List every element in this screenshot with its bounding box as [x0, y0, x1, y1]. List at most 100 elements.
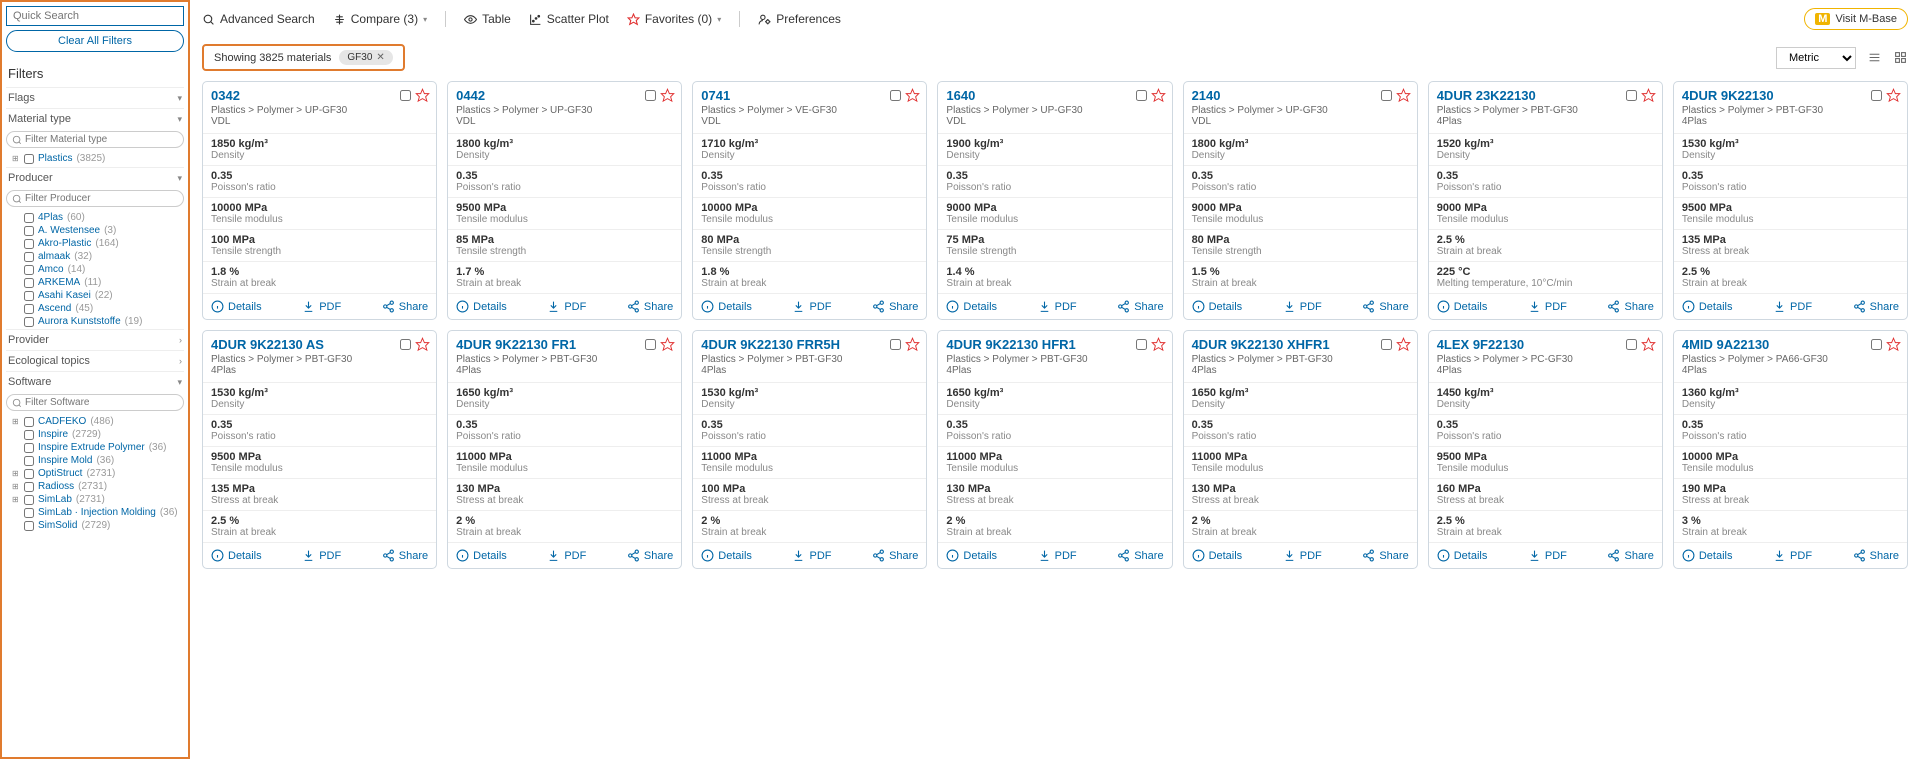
favorite-star-icon[interactable]	[1641, 88, 1656, 103]
filter-tag[interactable]: GF30 ✕	[339, 50, 392, 65]
filter-item[interactable]: 4Plas (60)	[12, 211, 184, 224]
filter-section-material-type[interactable]: Material type ▾	[6, 109, 184, 129]
pdf-button[interactable]: PDF	[792, 549, 831, 562]
filter-item[interactable]: ⊞OptiStruct (2731)	[12, 467, 184, 480]
favorite-star-icon[interactable]	[415, 337, 430, 352]
card-title[interactable]: 4LEX 9F22130	[1437, 337, 1654, 352]
details-button[interactable]: Details	[1682, 549, 1733, 562]
filter-item[interactable]: SimSolid (2729)	[12, 519, 184, 532]
card-title[interactable]: 4MID 9A22130	[1682, 337, 1899, 352]
favorite-star-icon[interactable]	[1396, 88, 1411, 103]
compare-checkbox[interactable]	[645, 90, 656, 101]
card-title[interactable]: 4DUR 9K22130 FRR5H	[701, 337, 918, 352]
compare-checkbox[interactable]	[890, 90, 901, 101]
details-button[interactable]: Details	[1192, 300, 1243, 313]
pdf-button[interactable]: PDF	[1283, 549, 1322, 562]
favorite-star-icon[interactable]	[1151, 88, 1166, 103]
compare-checkbox[interactable]	[1136, 339, 1147, 350]
details-button[interactable]: Details	[1437, 300, 1488, 313]
filter-item[interactable]: Akro-Plastic (164)	[12, 237, 184, 250]
filter-item[interactable]: Amco (14)	[12, 263, 184, 276]
compare-checkbox[interactable]	[1626, 339, 1637, 350]
filter-checkbox[interactable]	[24, 304, 34, 314]
compare-checkbox[interactable]	[645, 339, 656, 350]
favorite-star-icon[interactable]	[1886, 337, 1901, 352]
share-button[interactable]: Share	[1362, 549, 1408, 562]
filter-section-software[interactable]: Software ▾	[6, 372, 184, 392]
pdf-button[interactable]: PDF	[792, 300, 831, 313]
filter-checkbox[interactable]	[24, 291, 34, 301]
card-title[interactable]: 4DUR 9K22130 AS	[211, 337, 428, 352]
filter-checkbox[interactable]	[24, 443, 34, 453]
filter-item[interactable]: almaak (32)	[12, 250, 184, 263]
pdf-button[interactable]: PDF	[547, 549, 586, 562]
share-button[interactable]: Share	[382, 549, 428, 562]
advanced-search-button[interactable]: Advanced Search	[202, 12, 315, 26]
filter-item[interactable]: ⊞Abaqus (2731)	[12, 532, 184, 533]
compare-button[interactable]: Compare (3) ▾	[333, 12, 427, 26]
pdf-button[interactable]: PDF	[1283, 300, 1322, 313]
filter-checkbox[interactable]	[24, 226, 34, 236]
pdf-button[interactable]: PDF	[302, 300, 341, 313]
details-button[interactable]: Details	[211, 300, 262, 313]
card-title[interactable]: 0342	[211, 88, 428, 103]
close-icon[interactable]: ✕	[376, 52, 384, 63]
filter-checkbox[interactable]	[24, 456, 34, 466]
filter-checkbox[interactable]	[24, 508, 34, 518]
filter-checkbox[interactable]	[24, 317, 34, 327]
card-title[interactable]: 4DUR 9K22130 XHFR1	[1192, 337, 1409, 352]
favorite-star-icon[interactable]	[660, 337, 675, 352]
details-button[interactable]: Details	[1437, 549, 1488, 562]
filter-checkbox[interactable]	[24, 482, 34, 492]
card-title[interactable]: 0741	[701, 88, 918, 103]
filter-software-input[interactable]	[6, 394, 184, 411]
filter-item[interactable]: Aurora Kunststoffe (19)	[12, 315, 184, 328]
share-button[interactable]: Share	[1853, 300, 1899, 313]
filter-item[interactable]: Asahi Kasei (22)	[12, 289, 184, 302]
quick-search-input[interactable]	[6, 6, 184, 26]
filter-checkbox[interactable]	[24, 265, 34, 275]
scatter-plot-button[interactable]: Scatter Plot	[529, 12, 609, 26]
filter-item[interactable]: Ascend (45)	[12, 302, 184, 315]
favorite-star-icon[interactable]	[660, 88, 675, 103]
card-title[interactable]: 1640	[946, 88, 1163, 103]
pdf-button[interactable]: PDF	[1528, 549, 1567, 562]
filter-checkbox[interactable]	[24, 430, 34, 440]
card-title[interactable]: 2140	[1192, 88, 1409, 103]
share-button[interactable]: Share	[1362, 300, 1408, 313]
share-button[interactable]: Share	[1607, 300, 1653, 313]
compare-checkbox[interactable]	[1381, 90, 1392, 101]
compare-checkbox[interactable]	[1381, 339, 1392, 350]
details-button[interactable]: Details	[456, 300, 507, 313]
filter-item[interactable]: SimLab · Injection Molding (36)	[12, 506, 184, 519]
compare-checkbox[interactable]	[1626, 90, 1637, 101]
card-title[interactable]: 4DUR 9K22130 HFR1	[946, 337, 1163, 352]
compare-checkbox[interactable]	[400, 90, 411, 101]
favorite-star-icon[interactable]	[1641, 337, 1656, 352]
filter-item[interactable]: ARKEMA (11)	[12, 276, 184, 289]
filter-checkbox[interactable]	[24, 239, 34, 249]
favorites-button[interactable]: Favorites (0) ▾	[627, 12, 721, 26]
details-button[interactable]: Details	[946, 549, 997, 562]
filter-material-type-input[interactable]	[6, 131, 184, 148]
filter-item[interactable]: Inspire Mold (36)	[12, 454, 184, 467]
filter-producer-input[interactable]	[6, 190, 184, 207]
compare-checkbox[interactable]	[1136, 90, 1147, 101]
share-button[interactable]: Share	[382, 300, 428, 313]
share-button[interactable]: Share	[872, 549, 918, 562]
unit-select[interactable]: Metric	[1776, 47, 1856, 69]
filter-item[interactable]: ⊞CADFEKO (486)	[12, 415, 184, 428]
filter-checkbox[interactable]	[24, 417, 34, 427]
share-button[interactable]: Share	[1853, 549, 1899, 562]
filter-item[interactable]: ⊞SimLab (2731)	[12, 493, 184, 506]
pdf-button[interactable]: PDF	[1773, 549, 1812, 562]
filter-item[interactable]: Inspire Extrude Polymer (36)	[12, 441, 184, 454]
favorite-star-icon[interactable]	[1886, 88, 1901, 103]
pdf-button[interactable]: PDF	[1773, 300, 1812, 313]
details-button[interactable]: Details	[456, 549, 507, 562]
card-title[interactable]: 4DUR 9K22130 FR1	[456, 337, 673, 352]
card-title[interactable]: 4DUR 23K22130	[1437, 88, 1654, 103]
pdf-button[interactable]: PDF	[1038, 549, 1077, 562]
list-view-icon[interactable]	[1866, 50, 1882, 66]
share-button[interactable]: Share	[1117, 300, 1163, 313]
